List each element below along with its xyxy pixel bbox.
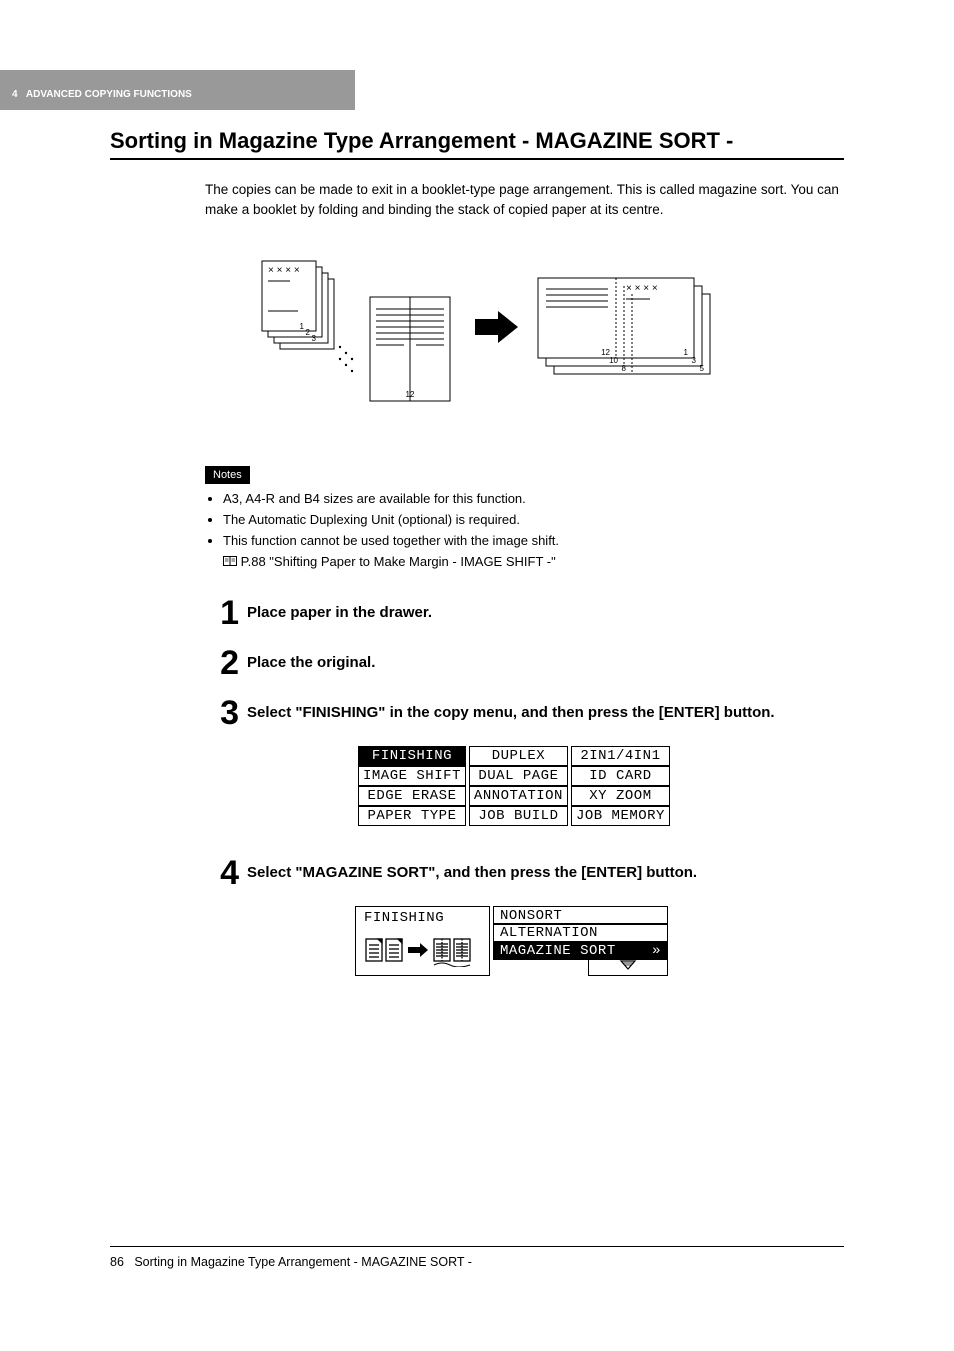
step-text: Place the original.	[247, 646, 375, 673]
step-number: 1	[205, 596, 239, 630]
step-number: 4	[205, 856, 239, 890]
note-item: A3, A4-R and B4 sizes are available for …	[223, 490, 844, 509]
svg-text:× × × ×: × × × ×	[268, 265, 300, 276]
xref-item: P.88 "Shifting Paper to Make Margin - IM…	[223, 553, 844, 572]
chapter-header-bar: 4 ADVANCED COPYING FUNCTIONS	[0, 70, 355, 110]
menu-finishing[interactable]: FINISHING	[358, 746, 466, 766]
menu-2in1-4in1[interactable]: 2IN1/4IN1	[571, 746, 670, 766]
chapter-title: ADVANCED COPYING FUNCTIONS	[26, 89, 192, 100]
step-2: 2 Place the original.	[205, 646, 844, 680]
book-icon	[223, 554, 241, 569]
notes-list: A3, A4-R and B4 sizes are available for …	[205, 490, 844, 571]
svg-text:× × × ×: × × × ×	[626, 283, 658, 294]
menu-dual-page[interactable]: DUAL PAGE	[469, 766, 568, 786]
finishing-panel-left: FINISHING	[355, 906, 490, 977]
diag-p3: 3	[692, 356, 697, 365]
menu-duplex[interactable]: DUPLEX	[469, 746, 568, 766]
menu-job-memory[interactable]: JOB MEMORY	[571, 806, 670, 826]
diag-p8: 8	[622, 364, 627, 373]
diag-num-2: 2	[306, 328, 311, 337]
step-number: 2	[205, 646, 239, 680]
finishing-submenu-display: FINISHING	[355, 906, 844, 977]
step-number: 3	[205, 696, 239, 730]
submenu-arrow-icon: »	[652, 943, 661, 959]
footer-title: Sorting in Magazine Type Arrangement - M…	[134, 1255, 472, 1269]
magazine-sort-diagram: × × × × 1 2 3	[260, 249, 844, 424]
chapter-number: 4	[12, 89, 18, 100]
diag-booklet-label: 12	[406, 390, 415, 399]
menu-job-build[interactable]: JOB BUILD	[469, 806, 568, 826]
booklet-icon	[364, 935, 481, 972]
step-text: Select "MAGAZINE SORT", and then press t…	[247, 856, 697, 883]
copy-menu-display: FINISHING DUPLEX 2IN1/4IN1 IMAGE SHIFT D…	[355, 746, 844, 826]
step-text: Select "FINISHING" in the copy menu, and…	[247, 696, 775, 723]
chevron-down-icon	[619, 959, 637, 971]
page-footer: 86 Sorting in Magazine Type Arrangement …	[110, 1246, 844, 1269]
step-4: 4 Select "MAGAZINE SORT", and then press…	[205, 856, 844, 890]
note-item: The Automatic Duplexing Unit (optional) …	[223, 511, 844, 530]
diag-p1: 1	[684, 348, 689, 357]
finishing-label: FINISHING	[364, 910, 481, 926]
finishing-option-alternation[interactable]: ALTERNATION	[493, 923, 668, 942]
notes-heading: Notes	[205, 466, 250, 484]
menu-id-card[interactable]: ID CARD	[571, 766, 670, 786]
menu-image-shift[interactable]: IMAGE SHIFT	[358, 766, 466, 786]
menu-paper-type[interactable]: PAPER TYPE	[358, 806, 466, 826]
option-label: MAGAZINE SORT	[500, 943, 616, 959]
step-text: Place paper in the drawer.	[247, 596, 432, 623]
section-intro: The copies can be made to exit in a book…	[205, 180, 844, 219]
menu-annotation[interactable]: ANNOTATION	[469, 786, 568, 806]
diag-p10: 10	[609, 356, 618, 365]
diag-num-3: 3	[312, 334, 317, 343]
note-item: This function cannot be used together wi…	[223, 532, 844, 551]
step-3: 3 Select "FINISHING" in the copy menu, a…	[205, 696, 844, 730]
section-title: Sorting in Magazine Type Arrangement - M…	[110, 128, 844, 160]
menu-edge-erase[interactable]: EDGE ERASE	[358, 786, 466, 806]
finishing-option-nonsort[interactable]: NONSORT	[493, 906, 668, 925]
menu-xy-zoom[interactable]: XY ZOOM	[571, 786, 670, 806]
scroll-down-button[interactable]	[588, 958, 668, 976]
chapter-label: 4 ADVANCED COPYING FUNCTIONS	[12, 89, 192, 100]
xref-text: P.88 "Shifting Paper to Make Margin - IM…	[241, 554, 556, 569]
finishing-option-magazine-sort[interactable]: MAGAZINE SORT »	[493, 941, 668, 960]
step-1: 1 Place paper in the drawer.	[205, 596, 844, 630]
arrow-icon	[475, 311, 518, 343]
diag-num-1: 1	[300, 322, 305, 331]
page-number: 86	[110, 1255, 124, 1269]
diag-p5: 5	[700, 364, 705, 373]
